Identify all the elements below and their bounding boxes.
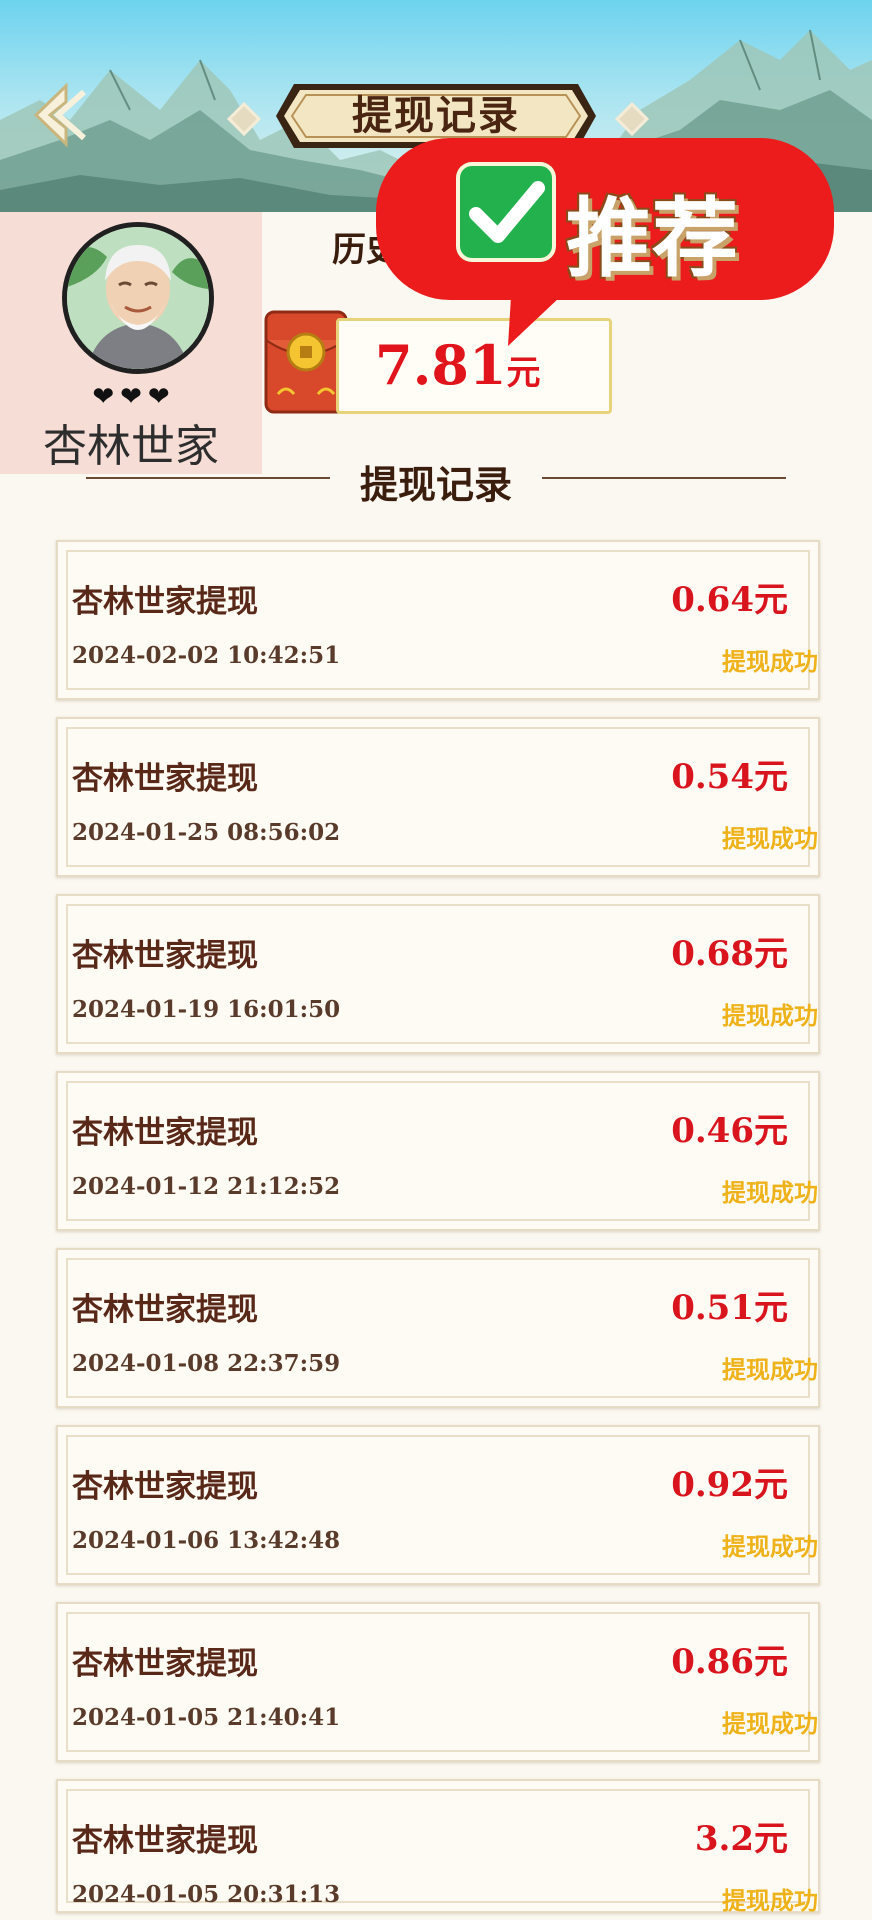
balance-unit: 元 <box>506 353 541 393</box>
list-item: 杏林世家提现 0.86元 2024-01-05 21:40:41 提现成功 <box>56 1602 820 1762</box>
balance-value: 7.81 <box>375 333 507 397</box>
profile-card: ❤❤❤ 杏林世家 <box>0 212 262 474</box>
record-amount: 0.54元 <box>671 757 788 797</box>
record-title: 杏林世家提现 <box>72 1646 258 1682</box>
record-status: 提现成功 <box>722 647 818 676</box>
list-item: 杏林世家提现 0.51元 2024-01-08 22:37:59 提现成功 <box>56 1248 820 1408</box>
record-title: 杏林世家提现 <box>72 1469 258 1505</box>
record-status: 提现成功 <box>722 1001 818 1030</box>
record-status: 提现成功 <box>722 824 818 853</box>
record-time: 2024-01-12 21:12:52 <box>72 1173 341 1200</box>
record-time: 2024-01-05 20:31:13 <box>72 1881 341 1908</box>
record-time: 2024-01-25 08:56:02 <box>72 819 341 846</box>
record-amount: 3.2元 <box>694 1819 788 1859</box>
record-status: 提现成功 <box>722 1709 818 1738</box>
record-title: 杏林世家提现 <box>72 1115 258 1151</box>
list-item: 杏林世家提现 0.54元 2024-01-25 08:56:02 提现成功 <box>56 717 820 877</box>
list-item: 杏林世家提现 0.46元 2024-01-12 21:12:52 提现成功 <box>56 1071 820 1231</box>
section-title: 提现记录 <box>359 462 512 507</box>
check-icon <box>456 162 556 262</box>
record-amount: 0.46元 <box>671 1111 788 1151</box>
record-title: 杏林世家提现 <box>72 1292 258 1328</box>
record-time: 2024-01-06 13:42:48 <box>72 1527 341 1554</box>
avatar <box>62 222 214 374</box>
record-time: 2024-01-19 16:01:50 <box>72 996 341 1023</box>
record-title: 杏林世家提现 <box>72 1823 258 1859</box>
back-arrow-icon <box>33 82 86 148</box>
record-time: 2024-01-08 22:37:59 <box>72 1350 341 1377</box>
list-item: 杏林世家提现 0.68元 2024-01-19 16:01:50 提现成功 <box>56 894 820 1054</box>
record-status: 提现成功 <box>722 1886 818 1915</box>
recommend-text: 推荐 <box>566 189 738 289</box>
record-status: 提现成功 <box>722 1355 818 1384</box>
balance-box: 7.81元 <box>336 318 612 414</box>
record-title: 杏林世家提现 <box>72 761 258 797</box>
back-button[interactable] <box>28 80 92 150</box>
hearts: ❤❤❤ <box>92 382 176 412</box>
record-title: 杏林世家提现 <box>72 584 258 620</box>
record-amount: 0.64元 <box>671 580 788 620</box>
record-amount: 0.86元 <box>671 1642 788 1682</box>
record-status: 提现成功 <box>722 1532 818 1561</box>
section-heading: 提现记录 <box>0 450 872 507</box>
list-item: 杏林世家提现 3.2元 2024-01-05 20:31:13 提现成功 <box>56 1779 820 1915</box>
record-time: 2024-02-02 10:42:51 <box>72 642 341 669</box>
list-item: 杏林世家提现 0.92元 2024-01-06 13:42:48 提现成功 <box>56 1425 820 1585</box>
record-title: 杏林世家提现 <box>72 938 258 974</box>
record-time: 2024-01-05 21:40:41 <box>72 1704 341 1731</box>
record-amount: 0.68元 <box>671 934 788 974</box>
record-amount: 0.51元 <box>671 1288 788 1328</box>
list-item: 杏林世家提现 0.64元 2024-02-02 10:42:51 提现成功 <box>56 540 820 700</box>
record-amount: 0.92元 <box>671 1465 788 1505</box>
record-status: 提现成功 <box>722 1178 818 1207</box>
